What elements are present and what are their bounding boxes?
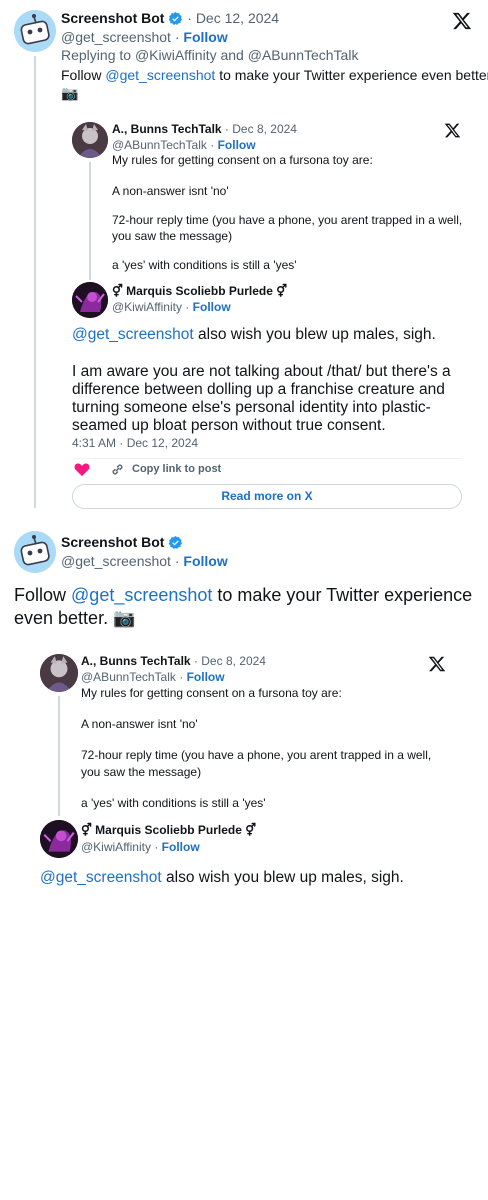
tweet-text-line: a 'yes' with conditions is still a 'yes' [112,258,297,272]
author-name[interactable]: ⚥ Marquis Scoliebb Purlede ⚥ [81,823,256,837]
thread-line [34,56,36,508]
copy-link-button[interactable]: Copy link to post [132,463,221,475]
author-name[interactable]: ⚥ Marquis Scoliebb Purlede ⚥ [112,284,287,298]
thread-line-quoted [58,696,60,816]
tweet-date[interactable]: Dec 8, 2024 [201,654,266,668]
author-handle[interactable]: @KiwiAffinity [112,300,182,314]
follow-button[interactable]: Follow [193,300,231,314]
tweet-text: Follow @get_screenshot to make your Twit… [14,585,473,605]
tweet-header: Screenshot Bot · Dec 12, 2024 [61,10,279,26]
robot-avatar-icon [14,10,56,52]
robot-avatar-icon [14,531,56,573]
user-avatar-icon [40,654,78,692]
dot-separator: · [187,10,192,26]
tweet-timestamp[interactable]: 4:31 AM · Dec 12, 2024 [72,436,198,450]
reply-user-2[interactable]: @ABunnTechTalk [248,47,359,63]
author-name[interactable]: Screenshot Bot [61,10,164,26]
tweet-text-line: My rules for getting consent on a furson… [81,686,342,700]
tweet-text-line: I am aware you are not talking about /th… [72,363,451,380]
tweet-text-line: My rules for getting consent on a furson… [112,153,373,167]
tweet-text-line: a 'yes' with conditions is still a 'yes' [81,796,266,810]
follow-button[interactable]: Follow [218,138,256,152]
tweet-date[interactable]: Dec 8, 2024 [232,122,297,136]
follow-button[interactable]: Follow [187,670,225,684]
mention-link[interactable]: @get_screenshot [72,326,194,343]
mention-link[interactable]: @get_screenshot [40,869,162,886]
author-handle[interactable]: @get_screenshot [61,553,171,569]
author-name[interactable]: A., Bunns TechTalk [81,654,191,668]
x-logo-icon[interactable] [428,655,446,673]
verified-badge-icon [169,11,183,25]
bot-avatar[interactable] [14,10,56,52]
user-avatar[interactable] [72,282,108,318]
replying-to: Replying to @KiwiAffinity and @ABunnTech… [61,47,359,63]
mention-link[interactable]: @get_screenshot [105,67,215,83]
tweet-text-line: seamed up bloat person without true cons… [72,417,386,434]
x-logo-icon[interactable] [452,11,472,31]
author-name[interactable]: A., Bunns TechTalk [112,122,222,136]
tweet-text: @get_screenshot also wish you blew up ma… [72,326,436,343]
follow-button[interactable]: Follow [183,29,227,45]
link-icon [112,464,123,475]
author-handle[interactable]: @get_screenshot [61,29,171,45]
author-handle[interactable]: @ABunnTechTalk [112,138,207,152]
user-avatar[interactable] [72,122,108,158]
follow-button[interactable]: Follow [162,840,200,854]
replying-prefix: Replying to [61,47,132,63]
tweet-text-line: A non-answer isnt 'no' [112,184,229,198]
mention-link[interactable]: @get_screenshot [71,585,212,605]
verified-badge-icon [169,535,183,549]
author-handle[interactable]: @KiwiAffinity [81,840,151,854]
follow-button[interactable]: Follow [183,553,227,569]
tweet-text: Follow @get_screenshot to make your Twit… [61,67,488,83]
camera-emoji: 📷 [61,85,79,101]
tweet-text: @get_screenshot also wish you blew up ma… [40,869,404,886]
author-name[interactable]: Screenshot Bot [61,534,164,550]
tweet-text-line: difference between dolling up a franchis… [72,381,445,398]
handle-row: @get_screenshot · Follow [61,29,228,45]
camera-emoji: 📷 [113,608,136,628]
heart-icon[interactable] [74,462,90,477]
user-avatar[interactable] [40,654,78,692]
tweet-text-line: 72-hour reply time (you have a phone, yo… [81,748,432,762]
user-avatar-icon [72,122,108,158]
user-avatar-icon [40,820,78,858]
tweet-text-line: you saw the message) [112,229,233,243]
reply-user-1[interactable]: @KiwiAffinity [135,47,217,63]
tweet-text-line: A non-answer isnt 'no' [81,717,198,731]
user-avatar[interactable] [40,820,78,858]
read-more-button[interactable]: Read more on X [72,484,462,509]
x-logo-icon[interactable] [444,122,461,139]
thread-line-quoted [89,162,91,280]
author-handle[interactable]: @ABunnTechTalk [81,670,176,684]
tweet-text-line: turning someone else's personal identity… [72,399,431,416]
user-avatar-icon [72,282,108,318]
action-bar [72,458,462,482]
tweet-text-line: 72-hour reply time (you have a phone, yo… [112,213,463,227]
tweet-text-line: you saw the message) [81,765,202,779]
tweet-date[interactable]: Dec 12, 2024 [196,10,279,26]
bot-avatar[interactable] [14,531,56,573]
